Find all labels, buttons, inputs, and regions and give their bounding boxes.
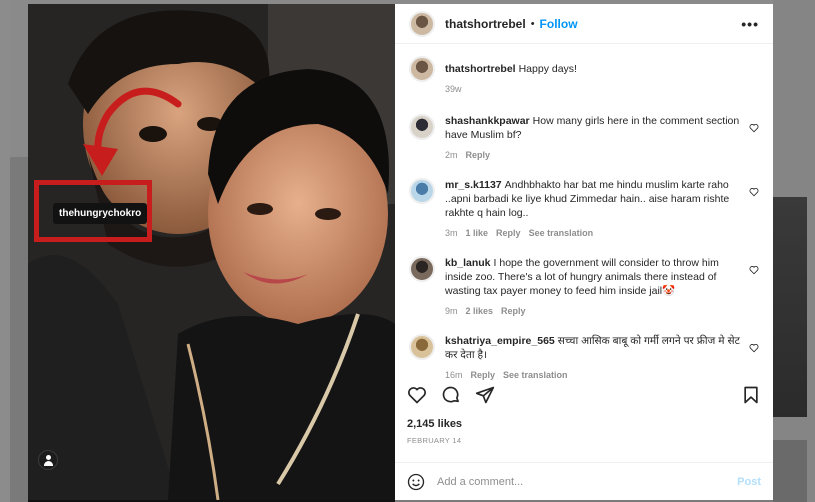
comment-bubble-icon[interactable]: [441, 385, 461, 410]
comment-input[interactable]: Add a comment...: [437, 476, 523, 488]
post-actions: 2,145 likes FEBRUARY 14: [395, 384, 773, 445]
see-translation-button[interactable]: See translation: [503, 368, 568, 382]
comment-meta: 9m 2 likes Reply: [445, 304, 745, 318]
comments-list: thatshortrebel Happy days! 39w shashankkp…: [395, 56, 773, 382]
comment-author[interactable]: kshatriya_empire_565: [445, 335, 555, 347]
comment-author[interactable]: shashankkpawar: [445, 115, 530, 127]
add-comment-bar: Add a comment... Post: [395, 462, 773, 500]
post-header: thatshortrebel • Follow •••: [395, 4, 773, 44]
list-item: kb_lanuk I hope the government will consi…: [409, 256, 759, 318]
like-comment-heart-icon[interactable]: [749, 262, 759, 275]
comment-body: kb_lanuk I hope the government will consi…: [445, 256, 745, 318]
separator-dot: •: [530, 17, 535, 30]
like-heart-icon[interactable]: [407, 385, 427, 410]
comment-author[interactable]: mr_s.k1137: [445, 179, 502, 191]
avatar[interactable]: [409, 114, 435, 140]
highlight-box: thehungrychokro: [34, 180, 152, 242]
comment-time[interactable]: 9m: [445, 304, 458, 318]
share-paper-plane-icon[interactable]: [475, 385, 495, 410]
post-date[interactable]: FEBRUARY 14: [407, 436, 761, 445]
post-photo[interactable]: thehungrychokro: [28, 4, 395, 500]
background-photo: [773, 440, 807, 502]
comment-meta: 3m 1 like Reply See translation: [445, 226, 745, 240]
comment-likes[interactable]: 1 like: [466, 226, 489, 240]
caption-meta: 39w: [445, 82, 745, 96]
save-bookmark-icon[interactable]: [741, 385, 761, 410]
see-translation-button[interactable]: See translation: [529, 226, 594, 240]
avatar[interactable]: [409, 10, 435, 37]
caption-text: Happy days!: [518, 63, 577, 75]
background-left: [0, 0, 10, 502]
follow-button[interactable]: Follow: [540, 17, 578, 31]
post-comment-button[interactable]: Post: [737, 476, 761, 488]
comment-meta: 2m Reply: [445, 148, 745, 162]
likes-count[interactable]: 2,145 likes: [407, 418, 761, 430]
more-options-icon[interactable]: •••: [741, 16, 759, 32]
post-modal: thehungrychokro thatshortrebel • Follow …: [28, 4, 773, 500]
comment-likes[interactable]: 2 likes: [466, 304, 494, 318]
avatar[interactable]: [409, 56, 435, 82]
list-item: mr_s.k1137 Andhbhakto har bat me hindu mu…: [409, 178, 759, 240]
comment-body: mr_s.k1137 Andhbhakto har bat me hindu mu…: [445, 178, 745, 240]
caption-body: thatshortrebel Happy days! 39w: [445, 56, 745, 96]
avatar[interactable]: [409, 178, 435, 204]
comment-time[interactable]: 3m: [445, 226, 458, 240]
like-comment-heart-icon[interactable]: [749, 340, 759, 353]
comment-body: kshatriya_empire_565 सच्चा आसिक बाबू को ग…: [445, 334, 745, 382]
comment-author[interactable]: kb_lanuk: [445, 257, 491, 269]
reply-button[interactable]: Reply: [471, 368, 496, 382]
post-side-panel: thatshortrebel • Follow ••• thatshortreb…: [395, 4, 773, 500]
avatar[interactable]: [409, 256, 435, 282]
list-item: shashankkpawar How many girls here in the…: [409, 114, 759, 162]
like-comment-heart-icon[interactable]: [749, 120, 759, 133]
list-item: kshatriya_empire_565 सच्चा आसिक बाबू को ग…: [409, 334, 759, 382]
avatar[interactable]: [409, 334, 435, 360]
background-photo: [773, 197, 807, 417]
comment-time[interactable]: 16m: [445, 368, 463, 382]
reply-button[interactable]: Reply: [466, 148, 491, 162]
like-comment-heart-icon[interactable]: [749, 184, 759, 197]
caption-author[interactable]: thatshortrebel: [445, 63, 516, 75]
reply-button[interactable]: Reply: [501, 304, 526, 318]
caption: thatshortrebel Happy days! 39w: [409, 56, 759, 96]
action-icons: [407, 384, 761, 410]
comment-meta: 16m Reply See translation: [445, 368, 745, 382]
comment-body: shashankkpawar How many girls here in the…: [445, 114, 745, 162]
caption-time[interactable]: 39w: [445, 82, 462, 96]
user-tag[interactable]: thehungrychokro: [53, 203, 148, 224]
photo-illustration: [28, 4, 395, 500]
user-tag-toggle-icon[interactable]: [38, 450, 58, 470]
emoji-icon[interactable]: [407, 473, 425, 491]
comment-time[interactable]: 2m: [445, 148, 458, 162]
post-author[interactable]: thatshortrebel: [445, 17, 526, 31]
reply-button[interactable]: Reply: [496, 226, 521, 240]
